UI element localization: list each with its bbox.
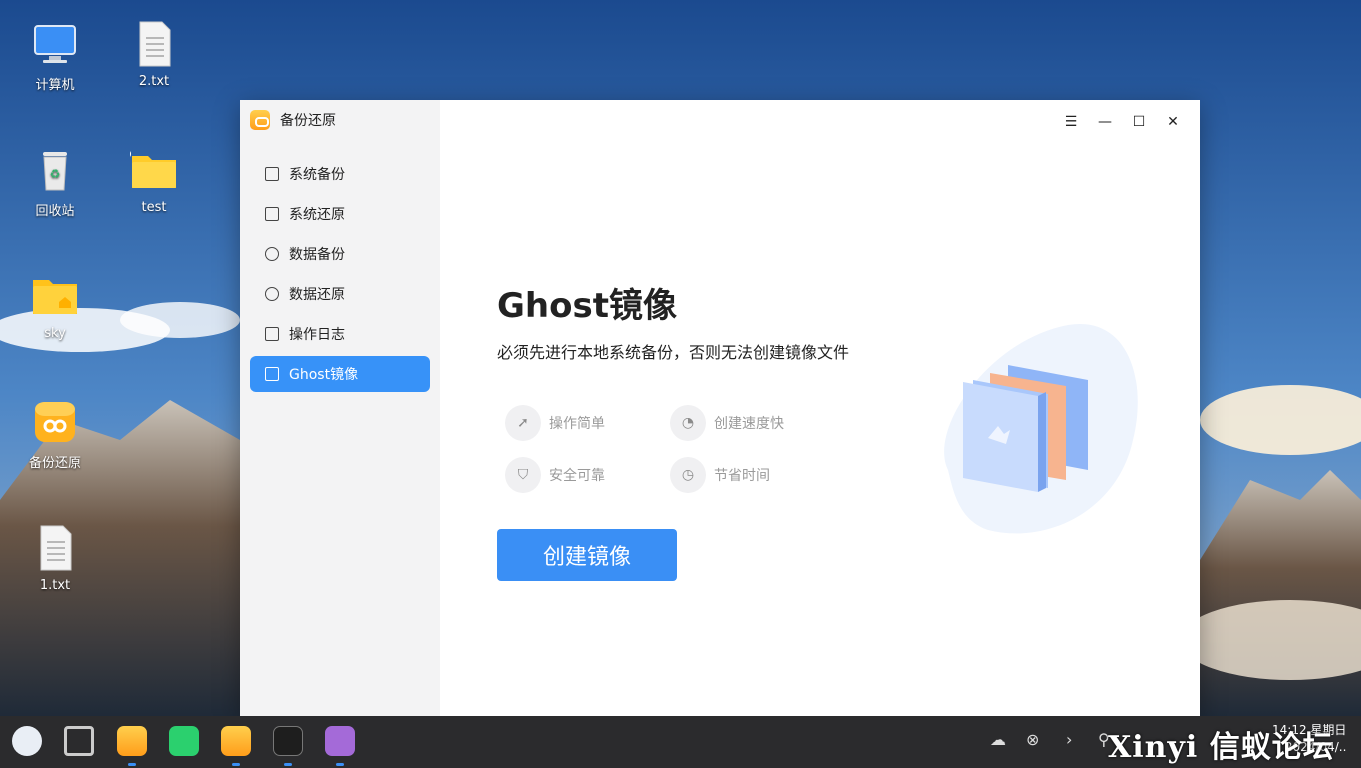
trash-icon: ♻ [31,146,79,194]
running-indicator [336,763,344,766]
desktop-icon-sky[interactable]: sky [15,272,95,341]
maximize-button[interactable]: ☐ [1122,112,1156,132]
watermark: Xinyi 信蚁论坛 [1108,730,1334,765]
log-icon [265,327,279,341]
multitask-view-icon[interactable] [64,726,94,756]
menu-button[interactable]: ☰ [1054,112,1088,132]
sidebar-item-system-backup[interactable]: 系统备份 [250,156,430,192]
desktop-icon-test[interactable]: test [114,146,194,215]
titlebar-buttons: ☰ — ☐ ✕ [1054,112,1190,132]
sidebar-item-data-restore[interactable]: 数据还原 [250,276,430,312]
minimize-button[interactable]: — [1088,112,1122,132]
data-backup-icon [265,247,279,261]
ghost-image-icon [265,367,279,381]
close-button[interactable]: ✕ [1156,112,1190,132]
backup-restore-taskbar-icon[interactable] [221,726,251,756]
network-icon[interactable]: ⊗ [1026,730,1039,749]
page-subtitle: 必须先进行本地系统备份，否则无法创建镜像文件 [497,343,850,362]
launcher-icon[interactable] [12,726,42,756]
text-file-icon [130,20,178,68]
sidebar-item-data-backup[interactable]: 数据备份 [250,236,430,272]
main-content: Ghost镜像 必须先进行本地系统备份，否则无法创建镜像文件 ➚ 操作简单 ◔ … [497,278,849,581]
create-image-button[interactable]: 创建镜像 [497,529,677,581]
chevron-right-icon[interactable]: › [1066,730,1072,749]
desktop-icon-trash[interactable]: ♻ 回收站 [15,146,95,219]
sidebar: 备份还原 系统备份 系统还原 数据备份 数据还原 操作日志 Ghost镜像 [240,100,440,716]
sidebar-item-system-restore[interactable]: 系统还原 [250,196,430,232]
shield-icon: ⛉ [505,457,541,493]
clock-icon: ◷ [670,457,706,493]
sidebar-item-label: 系统还原 [289,207,345,223]
terminal-app-icon[interactable] [273,726,303,756]
app-title: 备份还原 [280,113,336,129]
sidebar-item-ghost-image[interactable]: Ghost镜像 [250,356,430,392]
sidebar-item-label: 系统备份 [289,167,345,183]
running-indicator [284,763,292,766]
text-editor-app-icon[interactable] [325,726,355,756]
desktop-icon-2-txt[interactable]: 2.txt [114,20,194,89]
app-logo-icon [250,110,270,130]
running-indicator [232,763,240,766]
store-app-icon[interactable] [169,726,199,756]
app-header: 备份还原 [250,110,336,130]
page-title: Ghost镜像 [497,286,677,326]
pointer-icon: ➚ [505,405,541,441]
home-folder-icon [31,272,79,320]
backup-restore-window: 备份还原 系统备份 系统还原 数据备份 数据还原 操作日志 Ghost镜像 ☰ … [240,100,1200,716]
running-indicator [128,763,136,766]
desktop-icon-computer[interactable]: 计算机 [15,20,95,93]
system-info-app-icon[interactable] [117,726,147,756]
feature-list: ➚ 操作简单 ◔ 创建速度快 ⛉ 安全可靠 ◷ 节省时间 [497,397,837,501]
text-file-icon [31,524,79,572]
sidebar-item-label: 数据备份 [289,247,345,263]
speedometer-icon: ◔ [670,405,706,441]
ghost-illustration [928,320,1143,540]
backup-restore-app-icon [31,398,79,446]
folder-icon [121,146,178,194]
computer-icon [31,20,79,68]
sidebar-item-label: Ghost镜像 [289,367,359,383]
sidebar-nav: 系统备份 系统还原 数据备份 数据还原 操作日志 Ghost镜像 [250,156,430,396]
desktop-icon-1-txt[interactable]: 1.txt [15,524,95,593]
feature-item: ◷ 节省时间 [662,449,827,501]
data-restore-icon [265,287,279,301]
feature-item: ⛉ 安全可靠 [497,449,662,501]
feature-item: ➚ 操作简单 [497,397,662,449]
system-backup-icon [265,167,279,181]
sidebar-item-label: 操作日志 [289,327,345,343]
svg-text:♻: ♻ [50,167,61,181]
system-restore-icon [265,207,279,221]
desktop-icon-backup-restore[interactable]: 备份还原 [15,398,95,471]
feature-item: ◔ 创建速度快 [662,397,827,449]
sidebar-item-label: 数据还原 [289,287,345,303]
weather-icon[interactable]: ☁ [990,730,1006,749]
sidebar-item-operation-log[interactable]: 操作日志 [250,316,430,352]
